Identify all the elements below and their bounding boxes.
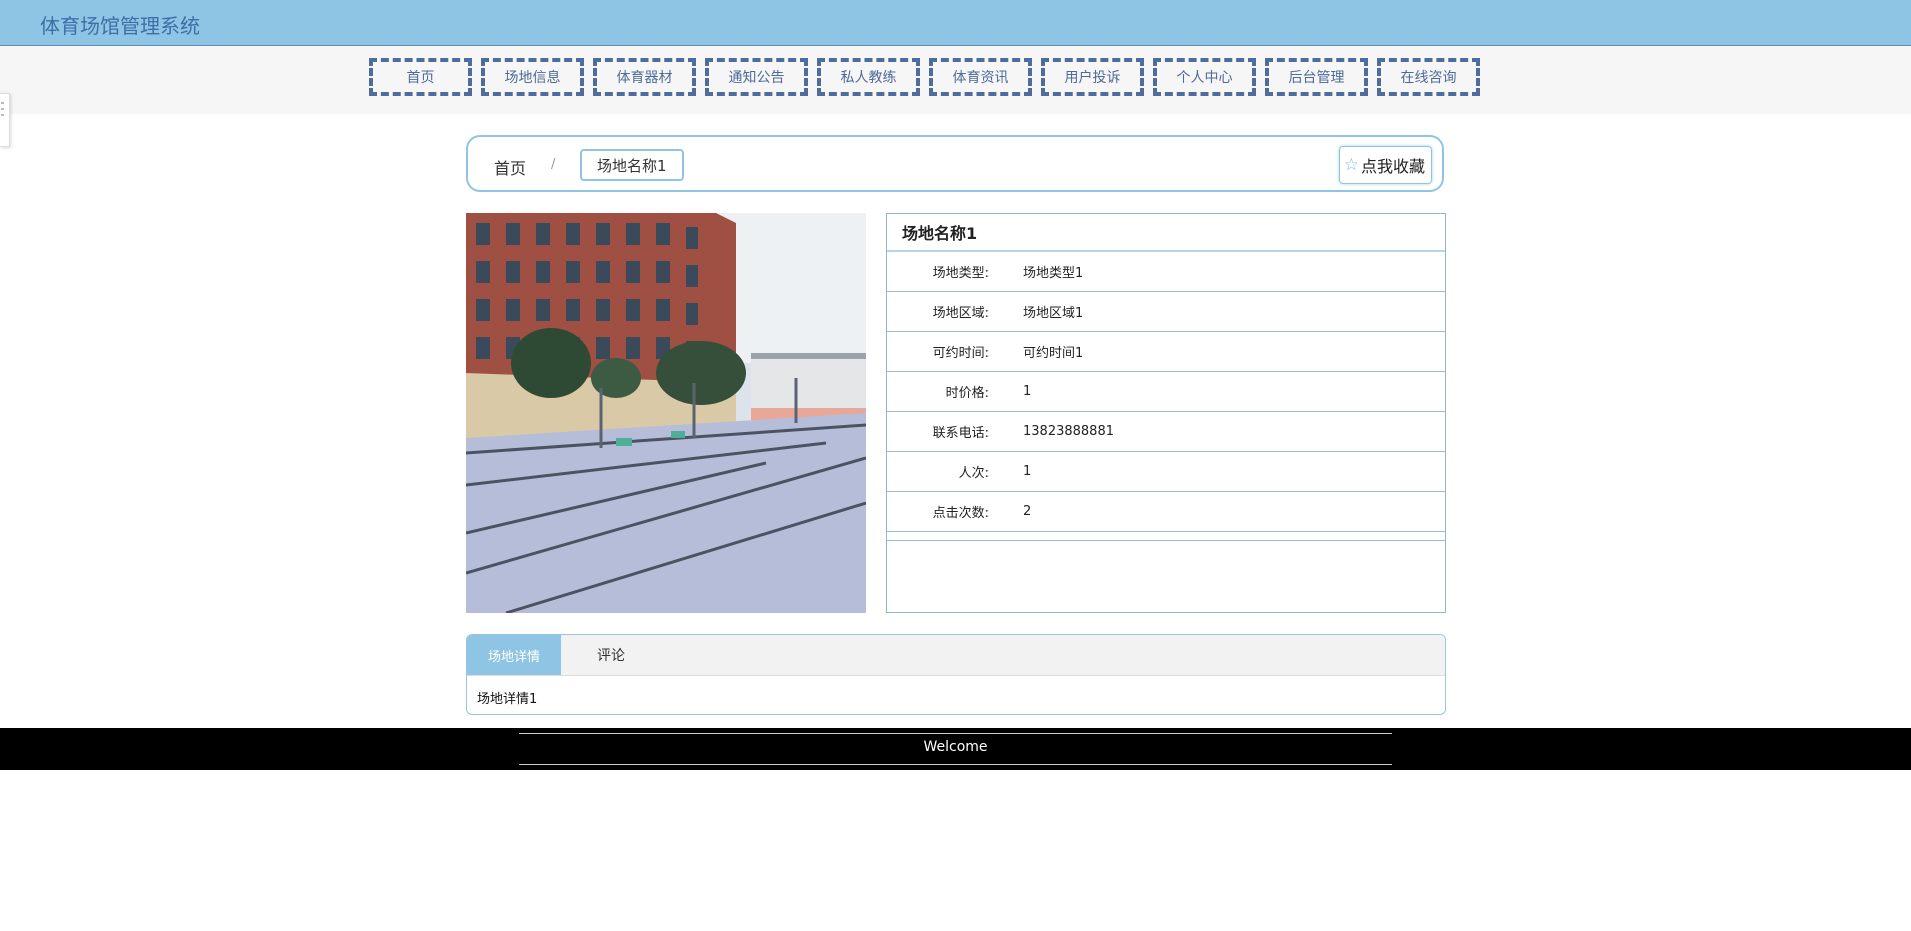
venue-name: 场地名称1	[887, 214, 1445, 252]
breadcrumb-home-link[interactable]: 首页	[494, 155, 526, 179]
info-value: 场地区域1	[1023, 306, 1084, 321]
info-value: 可约时间1	[1023, 346, 1084, 361]
venue-photo	[466, 213, 866, 613]
detail-tabs: 场地详情 评论 场地详情1	[466, 634, 1446, 715]
tab-bar: 场地详情 评论	[467, 635, 1445, 676]
info-divider	[887, 532, 1445, 541]
breadcrumb: 首页 / 场地名称1 ☆ 点我收藏	[466, 135, 1444, 192]
info-row-phone: 联系电话: 13823888881	[887, 412, 1445, 452]
site-title: 体育场馆管理系统	[40, 14, 200, 38]
side-drawer-handle[interactable]	[0, 93, 10, 147]
favorite-button-label: 点我收藏	[1360, 157, 1425, 176]
top-header-bar: 体育场馆管理系统	[0, 0, 1911, 46]
info-row-venue-type: 场地类型: 场地类型1	[887, 252, 1445, 292]
tab-comments[interactable]: 评论	[561, 635, 661, 675]
info-value: 1	[1023, 464, 1032, 479]
footer-text: Welcome	[923, 739, 988, 755]
breadcrumb-current: 场地名称1	[580, 149, 684, 181]
nav-item-sports-news[interactable]: 体育资讯	[929, 58, 1032, 96]
info-row-click-count: 点击次数: 2	[887, 492, 1445, 532]
info-label: 可约时间:	[932, 346, 989, 361]
info-row-hourly-price: 时价格: 1	[887, 372, 1445, 412]
favorite-button[interactable]: ☆ 点我收藏	[1338, 146, 1432, 184]
nav-item-coaches[interactable]: 私人教练	[817, 58, 920, 96]
info-label: 人次:	[958, 466, 989, 481]
nav-item-equipment[interactable]: 体育器材	[593, 58, 696, 96]
info-value: 场地类型1	[1023, 266, 1084, 281]
footer: Welcome	[0, 728, 1911, 770]
nav-item-user-center[interactable]: 个人中心	[1153, 58, 1256, 96]
tab-venue-details[interactable]: 场地详情	[467, 635, 561, 675]
nav-item-home[interactable]: 首页	[369, 58, 472, 96]
info-value: 1	[1023, 384, 1032, 399]
star-outline-icon: ☆	[1343, 155, 1359, 175]
footer-divider-top	[519, 733, 1392, 734]
info-label: 联系电话:	[932, 426, 989, 441]
info-value: 2	[1023, 504, 1032, 519]
info-row-venue-area: 场地区域: 场地区域1	[887, 292, 1445, 332]
footer-divider-bottom	[519, 764, 1392, 765]
breadcrumb-separator: /	[551, 157, 556, 172]
nav-item-notices[interactable]: 通知公告	[705, 58, 808, 96]
nav-item-online-chat[interactable]: 在线咨询	[1377, 58, 1480, 96]
tab-content: 场地详情1	[477, 692, 538, 707]
info-label: 场地区域:	[932, 306, 989, 321]
info-label: 点击次数:	[932, 506, 989, 521]
nav-item-venue-info[interactable]: 场地信息	[481, 58, 584, 96]
info-label: 场地类型:	[932, 266, 989, 281]
info-value: 13823888881	[1023, 424, 1114, 439]
nav-item-admin[interactable]: 后台管理	[1265, 58, 1368, 96]
info-row-capacity: 人次: 1	[887, 452, 1445, 492]
nav-item-complaints[interactable]: 用户投诉	[1041, 58, 1144, 96]
main-navigation: 首页 场地信息 体育器材 通知公告 私人教练 体育资讯 用户投诉 个人中心 后台…	[0, 46, 1911, 114]
info-label: 时价格:	[945, 386, 989, 401]
venue-info-panel: 场地名称1 场地类型: 场地类型1 场地区域: 场地区域1 可约时间: 可约时间…	[886, 213, 1446, 613]
info-row-available-time: 可约时间: 可约时间1	[887, 332, 1445, 372]
